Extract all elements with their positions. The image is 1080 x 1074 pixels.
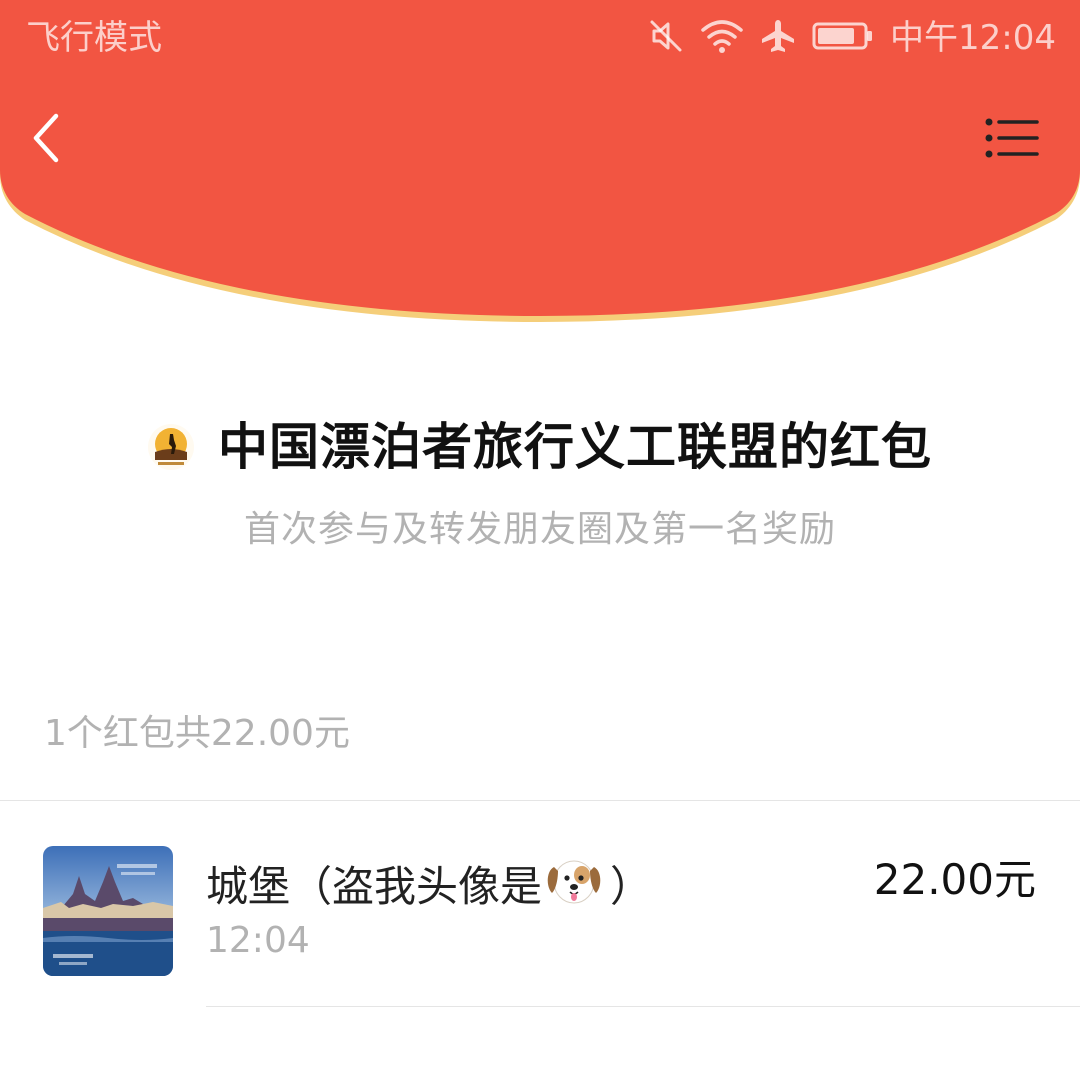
greeting-text: 首次参与及转发朋友圈及第一名奖励 — [243, 509, 836, 550]
sender-avatar[interactable] — [148, 424, 194, 470]
chevron-left-icon — [33, 113, 59, 163]
sender-title: 中国漂泊者旅行义工联盟的红包 — [218, 418, 932, 476]
status-icons: 中午12:04 — [648, 14, 1056, 62]
status-time: 中午12:04 — [890, 18, 1056, 58]
airplane-mode-label: 飞行模式 — [26, 18, 162, 58]
dog-face-icon — [544, 853, 604, 920]
recipient-name-suffix: ） — [610, 861, 653, 911]
record-row[interactable]: 城堡（盗我头像是 ） 12:04 22.00元 — [0, 801, 1080, 1007]
sender-header: 中国漂泊者旅行义工联盟的红包 — [0, 412, 1080, 482]
airplane-icon — [760, 18, 796, 58]
menu-list-icon — [985, 118, 1039, 158]
packet-summary: 1个红包共22.00元 — [44, 713, 350, 754]
record-time: 12:04 — [206, 920, 310, 961]
battery-icon — [812, 21, 874, 55]
back-button[interactable] — [20, 106, 70, 170]
recipient-avatar[interactable] — [43, 846, 173, 976]
recipient-name-text: 城堡（盗我头像是 — [206, 861, 543, 911]
red-packet-detail-page: 飞行模式 中午12:04 中国漂泊者旅行义工联盟的红包 首次参与及转发朋友圈及第… — [0, 0, 1080, 1074]
record-amount: 22.00元 — [873, 855, 1036, 904]
status-bar: 飞行模式 中午12:04 — [0, 0, 1080, 78]
navigation-bar — [0, 96, 1080, 180]
divider — [206, 1006, 1080, 1007]
recipient-name: 城堡（盗我头像是 ） — [206, 853, 652, 920]
menu-button[interactable] — [980, 110, 1044, 166]
mute-icon — [648, 18, 684, 58]
wifi-icon — [700, 18, 744, 58]
